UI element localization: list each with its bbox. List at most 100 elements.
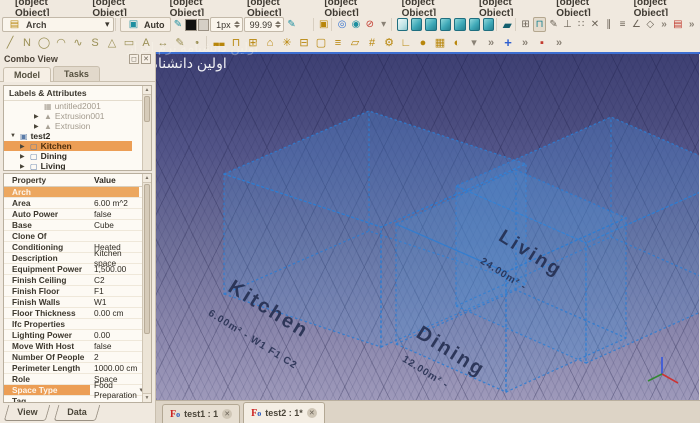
property-row[interactable]: Description Kitchen space <box>4 248 151 268</box>
property-scrollbar[interactable]: ▲ ▼ <box>142 174 151 402</box>
property-row[interactable]: Floor Thickness 0.00 cm <box>4 308 151 319</box>
view-left-icon[interactable] <box>482 18 495 31</box>
separator[interactable] <box>331 18 335 31</box>
separator[interactable] <box>206 36 210 49</box>
property-row[interactable]: Ifc Properties <box>4 319 151 330</box>
apply-style-icon[interactable]: ▣ <box>317 17 330 32</box>
overflow-icon[interactable]: » <box>658 17 671 32</box>
draft-tray-icon[interactable]: ✎ <box>172 17 185 32</box>
snap-angle-icon[interactable]: ∠ <box>630 17 643 32</box>
scrollbar-thumb[interactable] <box>144 184 150 334</box>
expander-icon[interactable]: ▶ <box>34 113 41 120</box>
document-tab[interactable]: Fo test1 : 1 ✕ <box>162 404 241 423</box>
expander-icon[interactable]: ▶ <box>34 123 41 130</box>
macro-record-icon[interactable]: ▤ <box>671 17 684 32</box>
draft-line-icon[interactable]: ╱ <box>2 35 18 51</box>
snap-parallel-icon[interactable]: ∥ <box>602 17 615 32</box>
property-tab[interactable]: View <box>3 405 51 421</box>
line-color-swatch[interactable] <box>185 18 197 31</box>
tree-item[interactable]: ▶ ▢ Kitchen <box>4 141 132 151</box>
arch-stairs-icon[interactable]: ≡ <box>330 35 346 51</box>
expander-icon[interactable]: ▶ <box>20 153 27 160</box>
arch-material-icon[interactable]: ● <box>415 35 431 51</box>
arch-axis-icon[interactable]: ✳ <box>279 35 295 51</box>
scroll-up-icon[interactable]: ▲ <box>143 174 151 183</box>
close-tab-icon[interactable]: ✕ <box>222 409 233 419</box>
auto-group-button[interactable]: ▣ Auto <box>120 17 171 32</box>
chevron-down-icon[interactable]: ▾ <box>466 35 482 51</box>
view-bottom-icon[interactable] <box>468 18 480 31</box>
combo-view-titlebar[interactable]: Combo View ◻ ✕ <box>0 52 155 66</box>
arch-cut-icon[interactable]: ◐ <box>449 35 465 51</box>
overflow-icon[interactable]: » <box>551 35 567 51</box>
view-rear-icon[interactable] <box>454 18 466 31</box>
snap-extension-icon[interactable]: ≡ <box>616 17 629 32</box>
tree-item[interactable]: ▦ untitled2001 <box>4 101 151 111</box>
tree-item[interactable]: ▼ ▣ test2 <box>4 131 151 141</box>
line-color-swatch[interactable] <box>299 17 312 32</box>
arch-section-plane-icon[interactable]: ⊟ <box>296 35 312 51</box>
float-panel-icon[interactable]: ◻ <box>129 54 139 64</box>
view-right-icon[interactable] <box>439 18 452 31</box>
arch-equipment-icon[interactable]: ⚙ <box>381 35 397 51</box>
separator[interactable] <box>496 18 500 31</box>
tree-scrollbar[interactable]: ▲ <box>142 86 151 170</box>
line-width-spinbox[interactable]: 1px <box>210 17 243 32</box>
arch-window-icon[interactable]: ⊞ <box>245 35 261 51</box>
draft-bezier-icon[interactable]: S <box>87 35 103 51</box>
overflow-icon[interactable]: » <box>517 35 533 51</box>
property-row[interactable]: Number Of People 2 <box>4 352 151 363</box>
expander-icon[interactable]: ▼ <box>10 133 17 139</box>
draft-text-icon[interactable]: A <box>138 35 154 51</box>
property-row[interactable]: Space Type Food Preparation▾ <box>4 380 151 400</box>
grid-toggle-icon[interactable]: ⊞ <box>519 17 532 32</box>
arch-pipe-icon[interactable]: ∟ <box>398 35 414 51</box>
face-color-swatch[interactable] <box>197 18 210 31</box>
tree-item[interactable]: ▶ ▲ Extrusion001 <box>4 111 151 121</box>
separator[interactable] <box>312 18 317 31</box>
scroll-down-icon[interactable]: ▼ <box>143 393 151 402</box>
workbench-selector[interactable]: ▤ Arch ▾ <box>2 17 115 32</box>
viewport-3d[interactable]: Kitchen 6.00m² - W1 F1 C2 Dining 12.00m²… <box>156 54 699 400</box>
view-top-icon[interactable] <box>425 18 437 31</box>
chevron-down-icon[interactable]: ▾ <box>377 17 390 32</box>
expander-icon[interactable]: ▶ <box>20 163 27 170</box>
draft-edit-icon[interactable]: ✎ <box>172 35 188 51</box>
combo-view-tab[interactable]: Tasks <box>53 66 100 81</box>
tree-item[interactable]: ▶ ▲ Extrusion <box>4 121 151 131</box>
snap-center-icon[interactable]: ◇ <box>644 17 657 32</box>
scroll-up-icon[interactable]: ▲ <box>143 86 151 95</box>
snap-endpoint-icon[interactable]: ✎ <box>547 17 560 32</box>
draw-style-icon[interactable]: ⊘ <box>363 17 376 32</box>
move-icon[interactable]: + <box>500 35 516 51</box>
arch-wall-icon[interactable]: ▬ <box>211 35 227 51</box>
draft-circle-icon[interactable]: ◯ <box>36 35 52 51</box>
arch-panel-icon[interactable]: ▱ <box>347 35 363 51</box>
spinner-arrows-icon[interactable] <box>233 21 240 28</box>
draft-arc-icon[interactable]: ◠ <box>53 35 69 51</box>
snap-perpendicular-icon[interactable]: ⊥ <box>561 17 574 32</box>
arch-space-icon[interactable]: ▢ <box>313 35 329 51</box>
property-row[interactable]: Base Cube <box>4 220 151 231</box>
arch-structure-icon[interactable]: ⊓ <box>228 35 244 51</box>
scale-spinbox[interactable]: 99.99 <box>243 17 285 32</box>
snap-intersection-icon[interactable]: ✕ <box>589 17 602 32</box>
close-panel-icon[interactable]: ✕ <box>141 54 151 64</box>
property-row[interactable]: Finish Walls W1 <box>4 297 151 308</box>
draft-polygon-icon[interactable]: △ <box>104 35 120 51</box>
draft-point-icon[interactable]: • <box>189 35 205 51</box>
arch-frame-icon[interactable]: # <box>364 35 380 51</box>
draft-wire-icon[interactable]: N <box>19 35 35 51</box>
draft-bspline-icon[interactable]: ∿ <box>70 35 86 51</box>
close-tab-icon[interactable]: ✕ <box>306 408 317 418</box>
draft-tray-icon[interactable]: ✎ <box>285 17 298 32</box>
property-row[interactable]: Finish Ceiling C2 <box>4 275 151 286</box>
property-row[interactable]: Clone Of <box>4 231 151 242</box>
snap-grid-icon[interactable]: ∷ <box>575 17 588 32</box>
separator[interactable] <box>390 18 395 31</box>
property-row[interactable]: Arch <box>4 187 151 198</box>
property-row[interactable]: Finish Floor F1 <box>4 286 151 297</box>
property-row[interactable]: Lighting Power 0.00 <box>4 330 151 341</box>
property-row[interactable]: Area 6.00 m^2 <box>4 198 151 209</box>
arch-schedule-icon[interactable]: ▦ <box>432 35 448 51</box>
